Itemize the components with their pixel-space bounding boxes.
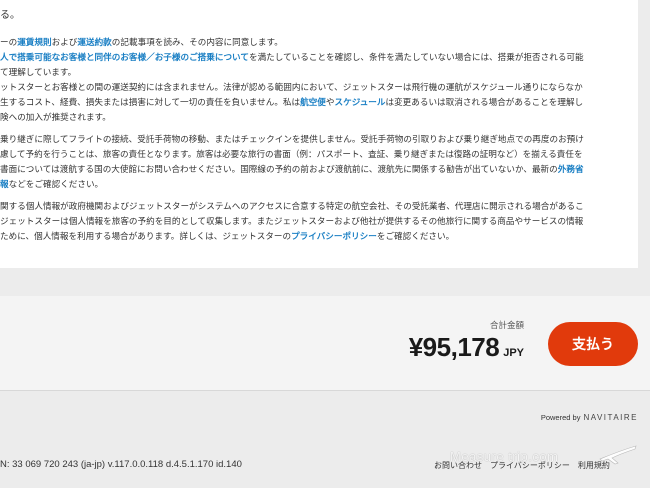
- terms-text: て理解しています。: [0, 68, 77, 78]
- terms-text: 乗り継ぎに際してフライトの接続、受託手荷物の移動、またはチェックインを提供しませ…: [0, 135, 584, 145]
- terms-text: ットスターとお客様との間の運送契約には含まれません。法律が認める範囲内において、…: [0, 83, 583, 93]
- terms-text: 慮して予約を行うことは、旅客の責任となります。旅客は必要な旅行の書面（例：パスポ…: [0, 150, 583, 160]
- fare-rules-link[interactable]: 運賃規則: [17, 38, 51, 48]
- foreign-ministry-info-link[interactable]: 報: [0, 180, 9, 190]
- airplane-watermark-icon: [599, 445, 637, 465]
- terms-text: をご確認ください。: [376, 232, 455, 242]
- terms-text: 生するコスト、経費、損失または損害に対して一切の責任を負いません。私は: [0, 98, 301, 108]
- payment-bar: 合計金額 ¥95,178 JPY 支払う: [0, 296, 650, 391]
- flights-link[interactable]: 航空便: [300, 98, 326, 108]
- terms-text: 書面については渡航する国の大使館にお問い合わせください。国際線の予約の前および渡…: [0, 165, 558, 175]
- terms-text: や: [325, 98, 335, 108]
- terms-paragraph-privacy: 関する個人情報が政府機関およびジェットスターがシステムへのアクセスに合意する特定…: [0, 200, 636, 245]
- footer: Powered by NAVITAIRE N: 33 069 720 243 (…: [0, 391, 650, 488]
- accompanied-passengers-link[interactable]: 人で搭乗可能なお客様と同伴のお客様／お子様のご搭乗について: [0, 53, 249, 63]
- navitaire-logo: NAVITAIRE: [583, 413, 638, 422]
- terms-text: ために、個人情報を利用する場合があります。詳しくは、ジェットスターの: [0, 232, 292, 242]
- terms-text: は変更あるいは取消される場合があることを理解し: [385, 98, 584, 108]
- terms-text: 関する個人情報が政府機関およびジェットスターがシステムへのアクセスに合意する特定…: [0, 202, 584, 212]
- foreign-ministry-link[interactable]: 外務省: [558, 165, 584, 175]
- terms-paragraph-conditions: ーの運賃規則および運送約款の記載事項を読み、その内容に同意します。 人で搭乗可能…: [0, 36, 636, 126]
- terms-text: ーの: [0, 38, 18, 48]
- total-currency: JPY: [503, 347, 524, 359]
- pay-button[interactable]: 支払う: [548, 322, 638, 366]
- terms-text: 険への加入が推奨されます。: [0, 113, 111, 123]
- total-label: 合計金額: [489, 320, 524, 330]
- terms-panel: る。 ーの運賃規則および運送約款の記載事項を読み、その内容に同意します。 人で搭…: [0, 0, 638, 268]
- terms-text: ジェットスターは個人情報を旅客の予約を目的として収集します。またジェットスターお…: [0, 217, 584, 227]
- conditions-of-carriage-link[interactable]: 運送約款: [77, 38, 111, 48]
- build-info: N: 33 069 720 243 (ja-jp) v.117.0.0.118 …: [0, 459, 242, 470]
- privacy-policy-link[interactable]: プライバシーポリシー: [291, 232, 377, 242]
- terms-text: の記載事項を読み、その内容に同意します。: [111, 38, 283, 48]
- terms-heading: る。: [0, 10, 20, 21]
- total-amount-value: ¥95,178: [408, 332, 500, 362]
- terms-text: および: [51, 38, 78, 48]
- terms-paragraph-connections: 乗り継ぎに際してフライトの接続、受託手荷物の移動、またはチェックインを提供しませ…: [0, 133, 636, 193]
- powered-by: Powered by NAVITAIRE: [541, 413, 638, 422]
- watermark-text: Measure trip.com: [450, 449, 559, 464]
- total-amount: ¥95,178 JPY: [409, 332, 524, 363]
- terms-text: などをご確認ください。: [8, 180, 104, 190]
- schedule-link[interactable]: スケジュール: [335, 98, 386, 108]
- powered-by-label: Powered by: [540, 413, 581, 422]
- terms-text: を満たしていることを確認し、条件を満たしていない場合には、搭乗が拒否される可能: [248, 53, 584, 63]
